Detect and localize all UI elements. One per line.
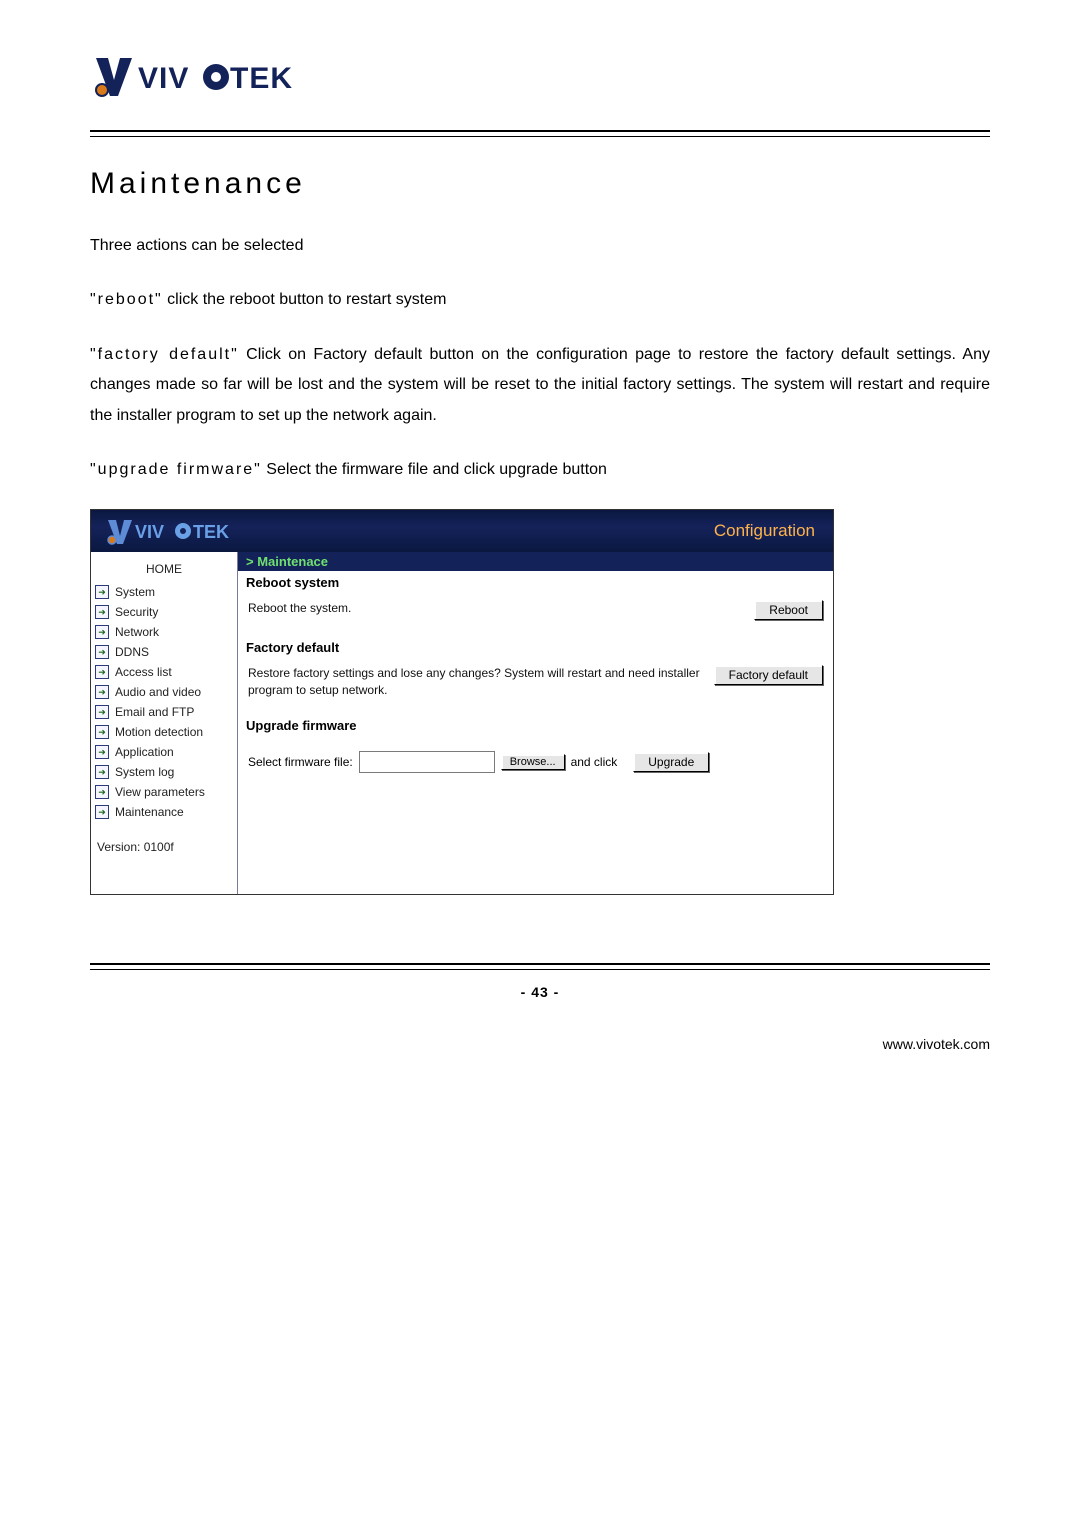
arrow-icon: ➜ <box>95 745 109 759</box>
arrow-icon: ➜ <box>95 665 109 679</box>
para-upgrade-rest: Select the firmware file and click upgra… <box>262 461 607 478</box>
para-factory: "factory default" Click on Factory defau… <box>90 340 990 431</box>
sidebar-item-label: Application <box>115 745 174 759</box>
upgrade-button[interactable]: Upgrade <box>633 752 709 772</box>
brand-logo-small: VIV TEK <box>105 516 235 546</box>
keyword-upgrade: "upgrade firmware" <box>90 461 262 478</box>
arrow-icon: ➜ <box>95 685 109 699</box>
factory-default-button[interactable]: Factory default <box>714 665 823 685</box>
breadcrumb: > Maintenace <box>238 552 833 571</box>
sidebar-item-label: Access list <box>115 665 172 679</box>
sidebar-item-network[interactable]: ➜ Network <box>91 622 237 642</box>
section-factory-text: Restore factory settings and lose any ch… <box>248 665 700 697</box>
browse-button[interactable]: Browse... <box>501 754 565 770</box>
page-number: - 43 - <box>90 984 990 1000</box>
sidebar-item-security[interactable]: ➜ Security <box>91 602 237 622</box>
arrow-icon: ➜ <box>95 765 109 779</box>
sidebar-item-label: System <box>115 585 155 599</box>
config-screenshot: VIV TEK Configuration HOME ➜ System ➜ Se… <box>90 509 834 895</box>
section-factory-title: Factory default <box>238 636 833 665</box>
main-panel: > Maintenace Reboot system Reboot the sy… <box>238 552 833 894</box>
screenshot-header: VIV TEK Configuration <box>91 510 833 552</box>
svg-text:VIV: VIV <box>135 522 164 542</box>
sidebar-item-access-list[interactable]: ➜ Access list <box>91 662 237 682</box>
sidebar-item-label: Maintenance <box>115 805 184 819</box>
sidebar-item-label: Motion detection <box>115 725 203 739</box>
firmware-file-input[interactable] <box>359 751 495 773</box>
sidebar-item-label: Email and FTP <box>115 705 194 719</box>
section-reboot: Reboot the system. Reboot <box>238 600 833 636</box>
footer-url: www.vivotek.com <box>90 1036 990 1052</box>
arrow-icon: ➜ <box>95 705 109 719</box>
sidebar-item-ddns[interactable]: ➜ DDNS <box>91 642 237 662</box>
arrow-icon: ➜ <box>95 785 109 799</box>
section-upgrade: Select firmware file: Browse... and clic… <box>238 743 833 793</box>
sidebar-item-label: View parameters <box>115 785 205 799</box>
sidebar-item-maintenance[interactable]: ➜ Maintenance <box>91 802 237 822</box>
para-reboot: "reboot" click the reboot button to rest… <box>90 285 990 315</box>
arrow-icon: ➜ <box>95 605 109 619</box>
sidebar-item-label: Network <box>115 625 159 639</box>
sidebar-item-label: DDNS <box>115 645 149 659</box>
version-text: Version: 0100f <box>91 822 237 854</box>
sidebar-item-email-ftp[interactable]: ➜ Email and FTP <box>91 702 237 722</box>
divider <box>90 969 990 970</box>
keyword-factory: "factory default" <box>90 346 239 363</box>
section-reboot-title: Reboot system <box>238 571 833 600</box>
section-reboot-text: Reboot the system. <box>248 600 740 616</box>
section-upgrade-title: Upgrade firmware <box>238 714 833 743</box>
para-reboot-rest: click the reboot button to restart syste… <box>163 291 447 308</box>
divider <box>90 963 990 965</box>
svg-text:TEK: TEK <box>193 522 229 542</box>
divider <box>90 130 990 132</box>
section-factory: Restore factory settings and lose any ch… <box>238 665 833 713</box>
svg-text:TEK: TEK <box>230 62 293 95</box>
and-click-text: and click <box>571 755 618 769</box>
keyword-reboot: "reboot" <box>90 291 163 308</box>
sidebar-item-system-log[interactable]: ➜ System log <box>91 762 237 782</box>
home-link[interactable]: HOME <box>91 552 237 582</box>
para-upgrade: "upgrade firmware" Select the firmware f… <box>90 455 990 485</box>
brand-logo-top: VIV TEK <box>90 50 990 100</box>
sidebar-item-system[interactable]: ➜ System <box>91 582 237 602</box>
divider <box>90 136 990 137</box>
sidebar-item-label: Security <box>115 605 158 619</box>
arrow-icon: ➜ <box>95 805 109 819</box>
sidebar-item-audio-video[interactable]: ➜ Audio and video <box>91 682 237 702</box>
svg-text:VIV: VIV <box>138 62 189 95</box>
intro-text: Three actions can be selected <box>90 231 990 261</box>
sidebar-item-view-params[interactable]: ➜ View parameters <box>91 782 237 802</box>
sidebar-item-label: Audio and video <box>115 685 201 699</box>
arrow-icon: ➜ <box>95 625 109 639</box>
sidebar-item-application[interactable]: ➜ Application <box>91 742 237 762</box>
reboot-button[interactable]: Reboot <box>754 600 823 620</box>
arrow-icon: ➜ <box>95 585 109 599</box>
sidebar-item-label: System log <box>115 765 174 779</box>
firmware-label: Select firmware file: <box>248 755 353 769</box>
page-title: Maintenance <box>90 167 990 201</box>
config-label: Configuration <box>714 521 815 541</box>
sidebar: HOME ➜ System ➜ Security ➜ Network ➜ DDN… <box>91 552 238 894</box>
arrow-icon: ➜ <box>95 645 109 659</box>
sidebar-item-motion[interactable]: ➜ Motion detection <box>91 722 237 742</box>
arrow-icon: ➜ <box>95 725 109 739</box>
